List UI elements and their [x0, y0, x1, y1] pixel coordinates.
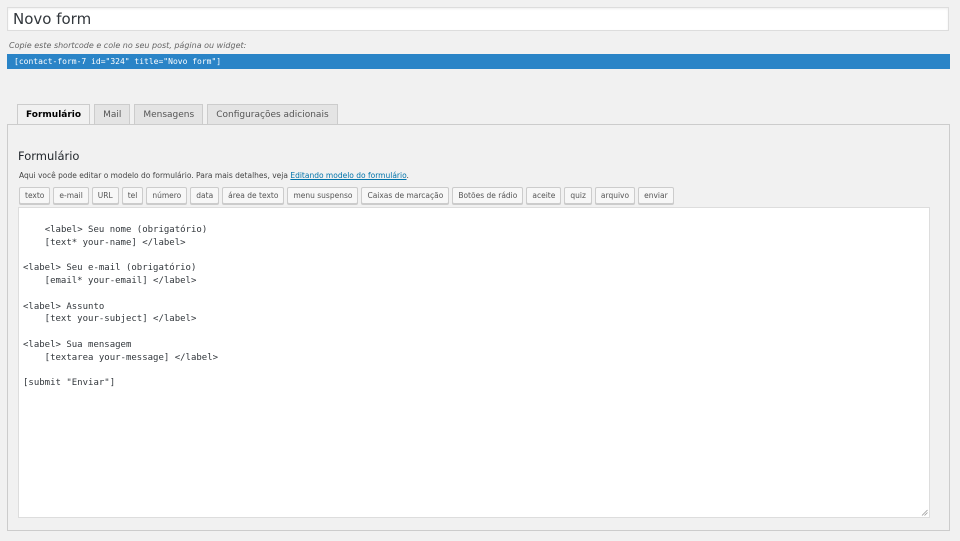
shortcode-field[interactable]: [contact-form-7 id="324" title="Novo for… — [7, 54, 950, 69]
tag-button-quiz[interactable]: quiz — [564, 187, 592, 204]
tag-button-caixas-de-marcacao[interactable]: Caixas de marcação — [361, 187, 450, 204]
editor-tabs: Formulário Mail Mensagens Configurações … — [17, 104, 338, 126]
tab-configuracoes-adicionais[interactable]: Configurações adicionais — [207, 104, 338, 125]
tag-button-arquivo[interactable]: arquivo — [594, 187, 636, 204]
tab-mail[interactable]: Mail — [94, 104, 131, 125]
tag-button-area-de-texto[interactable]: área de texto — [222, 187, 285, 204]
tag-button-enviar[interactable]: enviar — [638, 187, 674, 204]
tab-formulario[interactable]: Formulário — [17, 104, 91, 126]
resize-grip-icon[interactable] — [921, 509, 928, 516]
tag-button-url[interactable]: URL — [91, 187, 119, 204]
form-panel: Formulário Aqui você pode editar o model… — [7, 124, 950, 531]
panel-description-text: Aqui você pode editar o modelo do formul… — [19, 171, 291, 180]
tag-generator-bar: texto e-mail URL tel número data área de… — [19, 187, 674, 204]
form-template-textarea[interactable]: <label> Seu nome (obrigatório) [text* yo… — [18, 207, 930, 518]
form-title-input[interactable]: Novo form — [7, 7, 949, 31]
panel-title: Formulário — [18, 149, 80, 163]
tab-mensagens[interactable]: Mensagens — [134, 104, 204, 125]
tag-button-aceite[interactable]: aceite — [526, 187, 562, 204]
tag-button-email[interactable]: e-mail — [53, 187, 89, 204]
tag-button-numero[interactable]: número — [146, 187, 188, 204]
tag-button-data[interactable]: data — [190, 187, 220, 204]
tag-button-tel[interactable]: tel — [121, 187, 144, 204]
tag-button-texto[interactable]: texto — [19, 187, 51, 204]
panel-description: Aqui você pode editar o modelo do formul… — [19, 171, 409, 180]
form-template-content: <label> Seu nome (obrigatório) [text* yo… — [23, 224, 219, 389]
editing-template-link[interactable]: Editando modelo do formulário — [290, 171, 406, 180]
panel-description-end: . — [406, 171, 409, 180]
tag-button-menu-suspenso[interactable]: menu suspenso — [287, 187, 359, 204]
tag-button-botoes-de-radio[interactable]: Botões de rádio — [452, 187, 524, 204]
shortcode-label: Copie este shortcode e cole no seu post,… — [9, 41, 247, 50]
